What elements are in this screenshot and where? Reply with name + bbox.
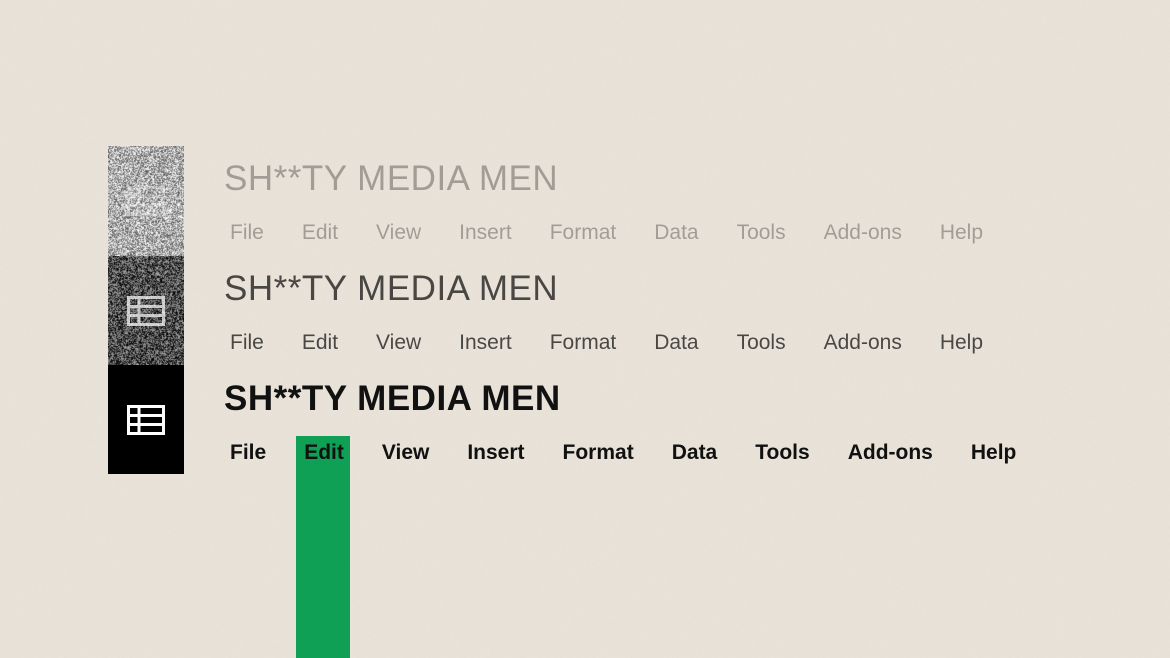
menu-item-insert[interactable]: Insert xyxy=(453,326,518,361)
app-icon-tile-solid[interactable] xyxy=(108,365,184,474)
page-title: SH**TY MEDIA MEN xyxy=(224,159,989,199)
menu-item-data[interactable]: Data xyxy=(648,216,704,251)
menu-item-format[interactable]: Format xyxy=(557,436,640,471)
menu-item-addons[interactable]: Add-ons xyxy=(842,436,939,471)
menu-item-tools[interactable]: Tools xyxy=(731,216,792,251)
menu-item-view[interactable]: View xyxy=(370,216,427,251)
menu-item-edit[interactable]: Edit xyxy=(296,216,344,251)
spreadsheet-table-icon xyxy=(127,405,165,435)
app-header-faded: SH**TY MEDIA MEN File Edit View Insert F… xyxy=(224,159,989,251)
app-icon-tile-medium[interactable] xyxy=(108,256,184,365)
menu-item-insert[interactable]: Insert xyxy=(453,216,518,251)
menu-item-help[interactable]: Help xyxy=(934,326,989,361)
menu-item-file[interactable]: File xyxy=(224,436,272,471)
menu-item-addons[interactable]: Add-ons xyxy=(818,216,908,251)
menu-item-tools[interactable]: Tools xyxy=(731,326,792,361)
menu-item-view[interactable]: View xyxy=(376,436,435,471)
menu-item-data[interactable]: Data xyxy=(666,436,724,471)
spreadsheet-table-icon xyxy=(127,296,165,326)
poster-stage: SH**TY MEDIA MEN File Edit View Insert F… xyxy=(0,0,1170,658)
app-icon-tile-column xyxy=(108,146,184,474)
menu-item-format[interactable]: Format xyxy=(544,326,623,361)
menu-item-view[interactable]: View xyxy=(370,326,427,361)
menu-item-file[interactable]: File xyxy=(224,326,270,361)
menu-item-help[interactable]: Help xyxy=(934,216,989,251)
page-title: SH**TY MEDIA MEN xyxy=(224,269,989,309)
menu-item-help[interactable]: Help xyxy=(965,436,1023,471)
menu-item-data[interactable]: Data xyxy=(648,326,704,361)
menubar-solid: File Edit View Insert Format Data Tools … xyxy=(224,436,1022,471)
menubar-medium: File Edit View Insert Format Data Tools … xyxy=(224,326,989,361)
menu-item-edit[interactable]: Edit xyxy=(298,436,350,471)
app-header-solid: SH**TY MEDIA MEN File Edit View Insert F… xyxy=(224,379,1022,471)
menu-item-edit[interactable]: Edit xyxy=(296,326,344,361)
spreadsheet-table-icon xyxy=(127,186,165,216)
menu-item-tools[interactable]: Tools xyxy=(749,436,815,471)
menu-item-insert[interactable]: Insert xyxy=(461,436,530,471)
menu-item-format[interactable]: Format xyxy=(544,216,623,251)
app-header-medium: SH**TY MEDIA MEN File Edit View Insert F… xyxy=(224,269,989,361)
menu-item-file[interactable]: File xyxy=(224,216,270,251)
page-title: SH**TY MEDIA MEN xyxy=(224,379,1022,419)
menu-item-addons[interactable]: Add-ons xyxy=(818,326,908,361)
menubar-faded: File Edit View Insert Format Data Tools … xyxy=(224,216,989,251)
app-icon-tile-faded[interactable] xyxy=(108,146,184,256)
